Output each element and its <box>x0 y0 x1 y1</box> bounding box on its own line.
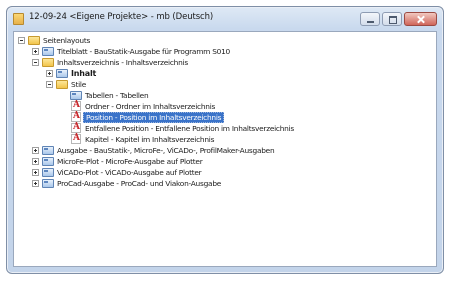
tree-node-label: Ausgabe - BauStatik-, MicroFe-, ViCADo-,… <box>57 146 275 155</box>
layout-page-icon <box>42 168 54 177</box>
minimize-button[interactable] <box>360 12 380 26</box>
tree-node-stile[interactable]: Stile <box>14 79 436 90</box>
tree-node-label: Titelblatt - BauStatik-Ausgabe für Progr… <box>57 47 231 56</box>
tree-node-label: MicroFe-Plot - MicroFe-Ausgabe auf Plott… <box>57 157 203 166</box>
minimize-icon <box>361 13 379 25</box>
expand-toggle[interactable] <box>32 180 39 187</box>
tree-node-inhaltsverzeichnis[interactable]: Inhaltsverzeichnis - Inhaltsverzeichnis <box>14 57 436 68</box>
text-style-icon <box>71 111 81 122</box>
tree-node-procad-ausgabe[interactable]: ProCad-Ausgabe - ProCad- und Viakon-Ausg… <box>14 178 436 189</box>
tree-node-label-selected: Position - Position im Inhaltsverzeichni… <box>83 112 225 123</box>
tree-node-label: Ordner - Ordner im Inhaltsverzeichnis <box>85 102 216 111</box>
collapse-toggle[interactable] <box>32 59 39 66</box>
maximize-button[interactable] <box>382 12 402 26</box>
layout-page-icon <box>42 157 54 166</box>
text-style-icon <box>71 122 81 133</box>
tree-node-label: Kapitel - Kapitel im Inhaltsverzeichnis <box>85 135 215 144</box>
expand-toggle[interactable] <box>32 147 39 154</box>
tree-node-label: Inhalt <box>71 69 97 78</box>
text-style-icon <box>71 133 81 144</box>
expand-toggle[interactable] <box>46 70 53 77</box>
layout-page-icon <box>42 146 54 155</box>
expand-toggle[interactable] <box>32 158 39 165</box>
text-style-icon <box>71 100 81 111</box>
tree-node-vicado-plot[interactable]: ViCADo-Plot - ViCADo-Ausgabe auf Plotter <box>14 167 436 178</box>
expand-toggle[interactable] <box>32 48 39 55</box>
tree-node-label: Entfallene Position - Entfallene Positio… <box>85 124 295 133</box>
folder-icon <box>42 58 54 67</box>
layout-page-icon <box>42 47 54 56</box>
application-window: 12-09-24 <Eigene Projekte> - mb (Deutsch… <box>6 6 444 274</box>
tree-node-label: ViCADo-Plot - ViCADo-Ausgabe auf Plotter <box>57 168 202 177</box>
layout-page-icon <box>42 179 54 188</box>
tree-node-titelblatt[interactable]: Titelblatt - BauStatik-Ausgabe für Progr… <box>14 46 436 57</box>
tree-node-seitenlayouts[interactable]: Seitenlayouts <box>14 35 436 46</box>
tree-node-label: ProCad-Ausgabe - ProCad- und Viakon-Ausg… <box>57 179 222 188</box>
layout-page-icon <box>56 69 68 78</box>
tree-node-label: Stile <box>71 80 86 89</box>
close-button[interactable] <box>404 12 437 26</box>
tree-view[interactable]: Seitenlayouts Titelblatt - BauStatik-Aus… <box>13 31 437 267</box>
folder-icon <box>28 36 40 45</box>
window-title: 12-09-24 <Eigene Projekte> - mb (Deutsch… <box>29 12 214 22</box>
tree-node-label: Inhaltsverzeichnis - Inhaltsverzeichnis <box>57 58 188 67</box>
tree-node-label: Seitenlayouts <box>43 36 91 45</box>
table-style-icon <box>70 91 82 100</box>
close-icon <box>405 13 436 25</box>
maximize-icon <box>383 13 401 25</box>
expand-toggle[interactable] <box>32 169 39 176</box>
tree-node-label: Tabellen - Tabellen <box>85 91 149 100</box>
tree-node-microfe-plot[interactable]: MicroFe-Plot - MicroFe-Ausgabe auf Plott… <box>14 156 436 167</box>
title-bar[interactable]: 12-09-24 <Eigene Projekte> - mb (Deutsch… <box>7 7 443 31</box>
collapse-toggle[interactable] <box>18 37 25 44</box>
collapse-toggle[interactable] <box>46 81 53 88</box>
folder-icon <box>56 80 68 89</box>
tree-node-ausgabe[interactable]: Ausgabe - BauStatik-, MicroFe-, ViCADo-,… <box>14 145 436 156</box>
tree-node-inhalt[interactable]: Inhalt <box>14 68 436 79</box>
tree-node-kapitel[interactable]: Kapitel - Kapitel im Inhaltsverzeichnis <box>14 133 436 145</box>
app-folder-icon <box>13 13 24 25</box>
